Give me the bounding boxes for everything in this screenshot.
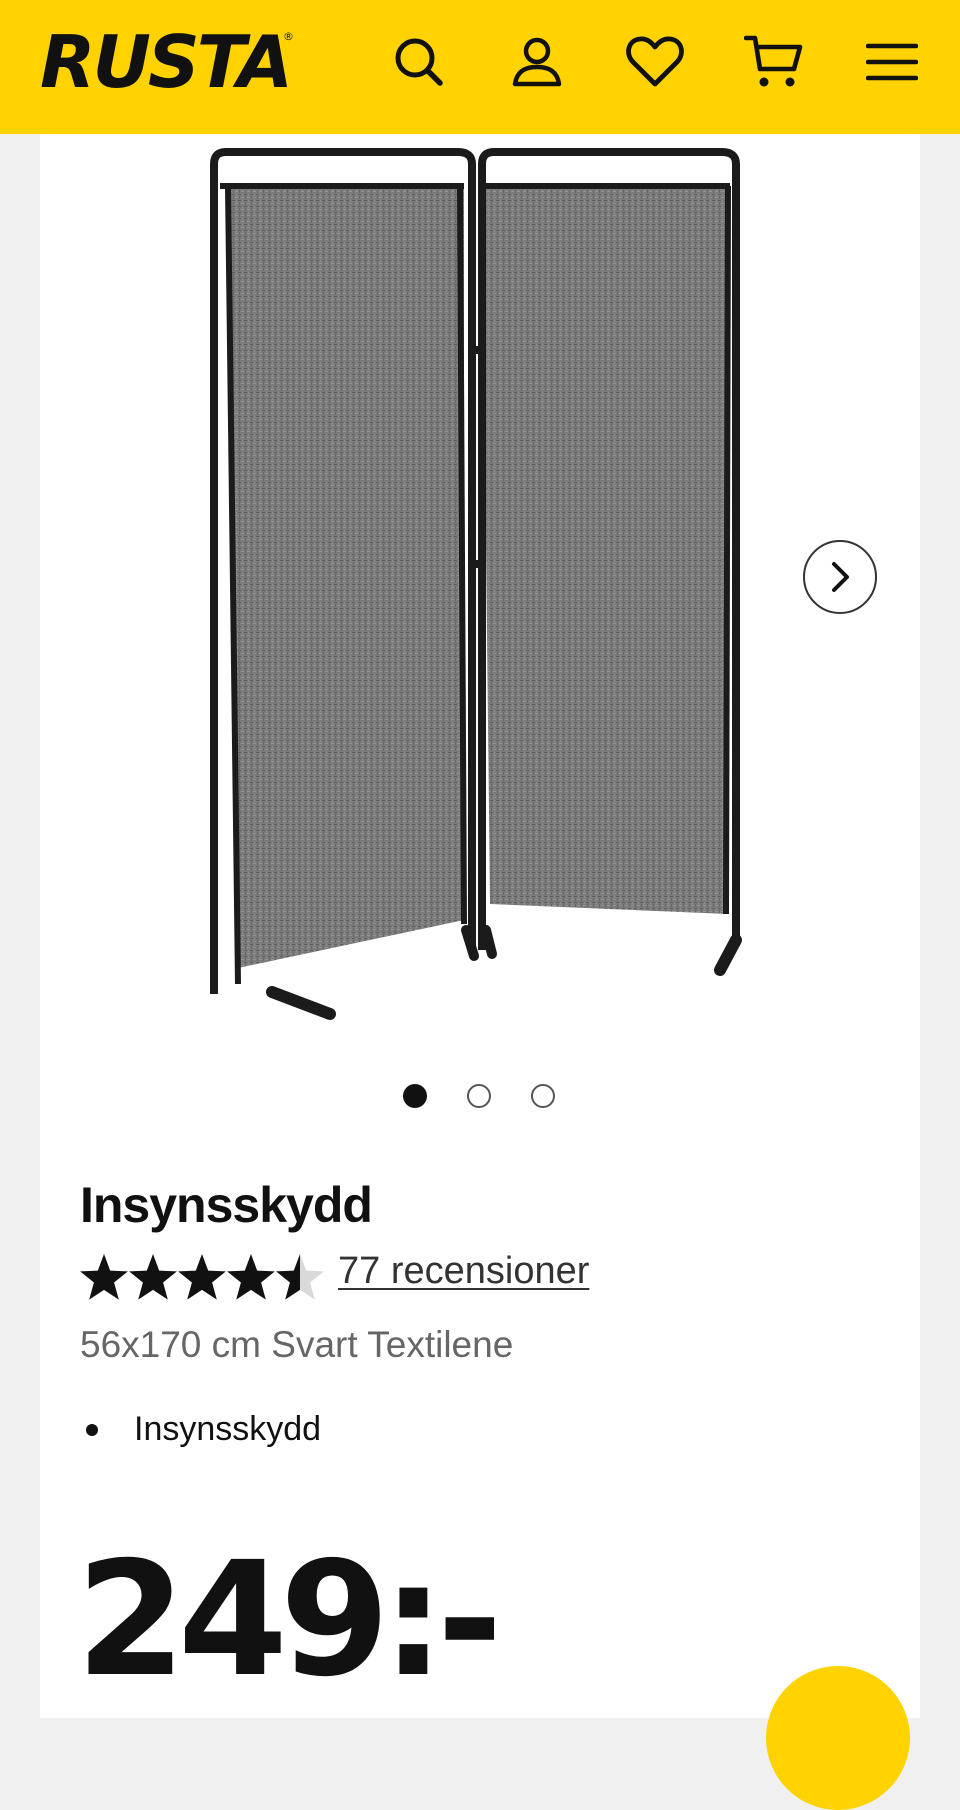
- wishlist-heart-icon: [626, 36, 684, 87]
- cart-button[interactable]: [744, 30, 804, 94]
- product-image[interactable]: [190, 134, 830, 1054]
- floating-cart-button[interactable]: [766, 1666, 910, 1810]
- account-button[interactable]: [507, 30, 567, 94]
- product-price: 249:-: [76, 1528, 503, 1712]
- feature-list-item: Insynsskydd: [84, 1410, 321, 1449]
- wishlist-button[interactable]: [625, 30, 685, 94]
- menu-button[interactable]: [862, 30, 922, 94]
- carousel-dot-1[interactable]: [403, 1084, 427, 1108]
- star-icon: [227, 1254, 275, 1300]
- chevron-right-icon: [832, 562, 849, 592]
- star-icon: [178, 1254, 226, 1300]
- feature-text: Insynsskydd: [134, 1410, 322, 1448]
- menu-icon: [866, 43, 918, 81]
- product-card: Insynsskydd 77 recensioner 56x170 cm Sva…: [40, 134, 920, 1718]
- carousel-dot-2[interactable]: [467, 1084, 491, 1108]
- star-icon: [129, 1254, 177, 1300]
- rating-stars[interactable]: [80, 1250, 330, 1304]
- cart-icon: [744, 35, 803, 87]
- account-icon: [512, 37, 562, 87]
- carousel-dot-3[interactable]: [531, 1084, 555, 1108]
- registered-mark: ®: [283, 30, 294, 43]
- site-header: RUSTA ®: [0, 0, 960, 134]
- product-variant-description: 56x170 cm Svart Textilene: [80, 1324, 514, 1365]
- next-image-button[interactable]: [803, 540, 877, 614]
- reviews-link[interactable]: 77 recensioner: [338, 1250, 589, 1293]
- search-button[interactable]: [389, 30, 449, 94]
- search-icon: [395, 38, 443, 86]
- bullet-icon: [86, 1423, 98, 1436]
- product-title: Insynsskydd: [80, 1177, 373, 1233]
- star-icon: [80, 1254, 128, 1300]
- rusta-logo[interactable]: RUSTA: [40, 24, 293, 100]
